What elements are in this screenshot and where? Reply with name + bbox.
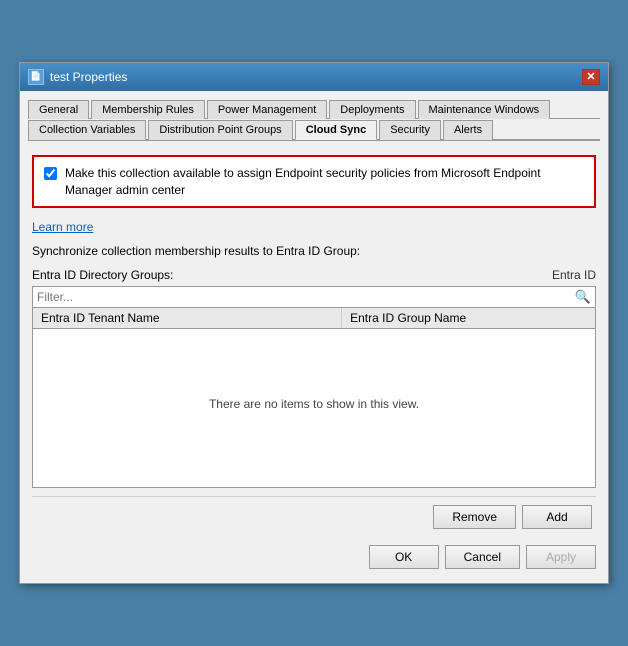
checkbox-section: Make this collection available to assign… bbox=[32, 155, 596, 209]
table-body: There are no items to show in this view. bbox=[33, 329, 595, 479]
apply-button[interactable]: Apply bbox=[526, 545, 596, 569]
add-button[interactable]: Add bbox=[522, 505, 592, 529]
window-body: General Membership Rules Power Managemen… bbox=[20, 91, 608, 584]
search-icon[interactable]: 🔍 bbox=[575, 289, 591, 305]
directory-section: Entra ID Directory Groups: Entra ID 🔍 En… bbox=[32, 268, 596, 488]
tab-collection-variables[interactable]: Collection Variables bbox=[28, 120, 146, 140]
learn-more-link[interactable]: Learn more bbox=[32, 220, 93, 234]
entra-id-label: Entra ID bbox=[552, 268, 596, 282]
tab-deployments[interactable]: Deployments bbox=[329, 100, 415, 119]
tab-cloud-sync[interactable]: Cloud Sync bbox=[295, 120, 378, 140]
table-container: Entra ID Tenant Name Entra ID Group Name… bbox=[32, 308, 596, 488]
directory-header: Entra ID Directory Groups: Entra ID bbox=[32, 268, 596, 282]
tab-alerts[interactable]: Alerts bbox=[443, 120, 493, 140]
remove-button[interactable]: Remove bbox=[433, 505, 516, 529]
cancel-button[interactable]: Cancel bbox=[445, 545, 520, 569]
title-bar: 📄 test Properties ✕ bbox=[20, 63, 608, 91]
checkbox-label: Make this collection available to assign… bbox=[65, 165, 584, 199]
endpoint-security-checkbox[interactable] bbox=[44, 167, 57, 180]
table-col-tenant-name: Entra ID Tenant Name bbox=[33, 308, 342, 328]
tab-membership-rules[interactable]: Membership Rules bbox=[91, 100, 205, 119]
tab-distribution-point-groups[interactable]: Distribution Point Groups bbox=[148, 120, 292, 140]
tabs-row2: Collection Variables Distribution Point … bbox=[28, 119, 600, 141]
directory-label: Entra ID Directory Groups: bbox=[32, 268, 173, 282]
table-col-group-name: Entra ID Group Name bbox=[342, 308, 595, 328]
tab-maintenance-windows[interactable]: Maintenance Windows bbox=[418, 100, 551, 119]
window-title: test Properties bbox=[50, 70, 127, 84]
properties-window: 📄 test Properties ✕ General Membership R… bbox=[19, 62, 609, 585]
footer-buttons: OK Cancel Apply bbox=[28, 537, 600, 575]
empty-message: There are no items to show in this view. bbox=[209, 397, 419, 411]
filter-row: 🔍 bbox=[32, 286, 596, 308]
filter-input[interactable] bbox=[37, 290, 575, 304]
close-button[interactable]: ✕ bbox=[582, 69, 600, 85]
tabs-row1: General Membership Rules Power Managemen… bbox=[28, 99, 600, 119]
sync-label: Synchronize collection membership result… bbox=[32, 244, 596, 258]
tab-power-management[interactable]: Power Management bbox=[207, 100, 327, 119]
window-icon: 📄 bbox=[28, 69, 44, 85]
tab-general[interactable]: General bbox=[28, 100, 89, 119]
bottom-buttons: Remove Add bbox=[32, 496, 596, 533]
ok-button[interactable]: OK bbox=[369, 545, 439, 569]
table-header: Entra ID Tenant Name Entra ID Group Name bbox=[33, 308, 595, 329]
title-bar-left: 📄 test Properties bbox=[28, 69, 127, 85]
content-area: Make this collection available to assign… bbox=[28, 151, 600, 538]
tab-security[interactable]: Security bbox=[379, 120, 441, 140]
